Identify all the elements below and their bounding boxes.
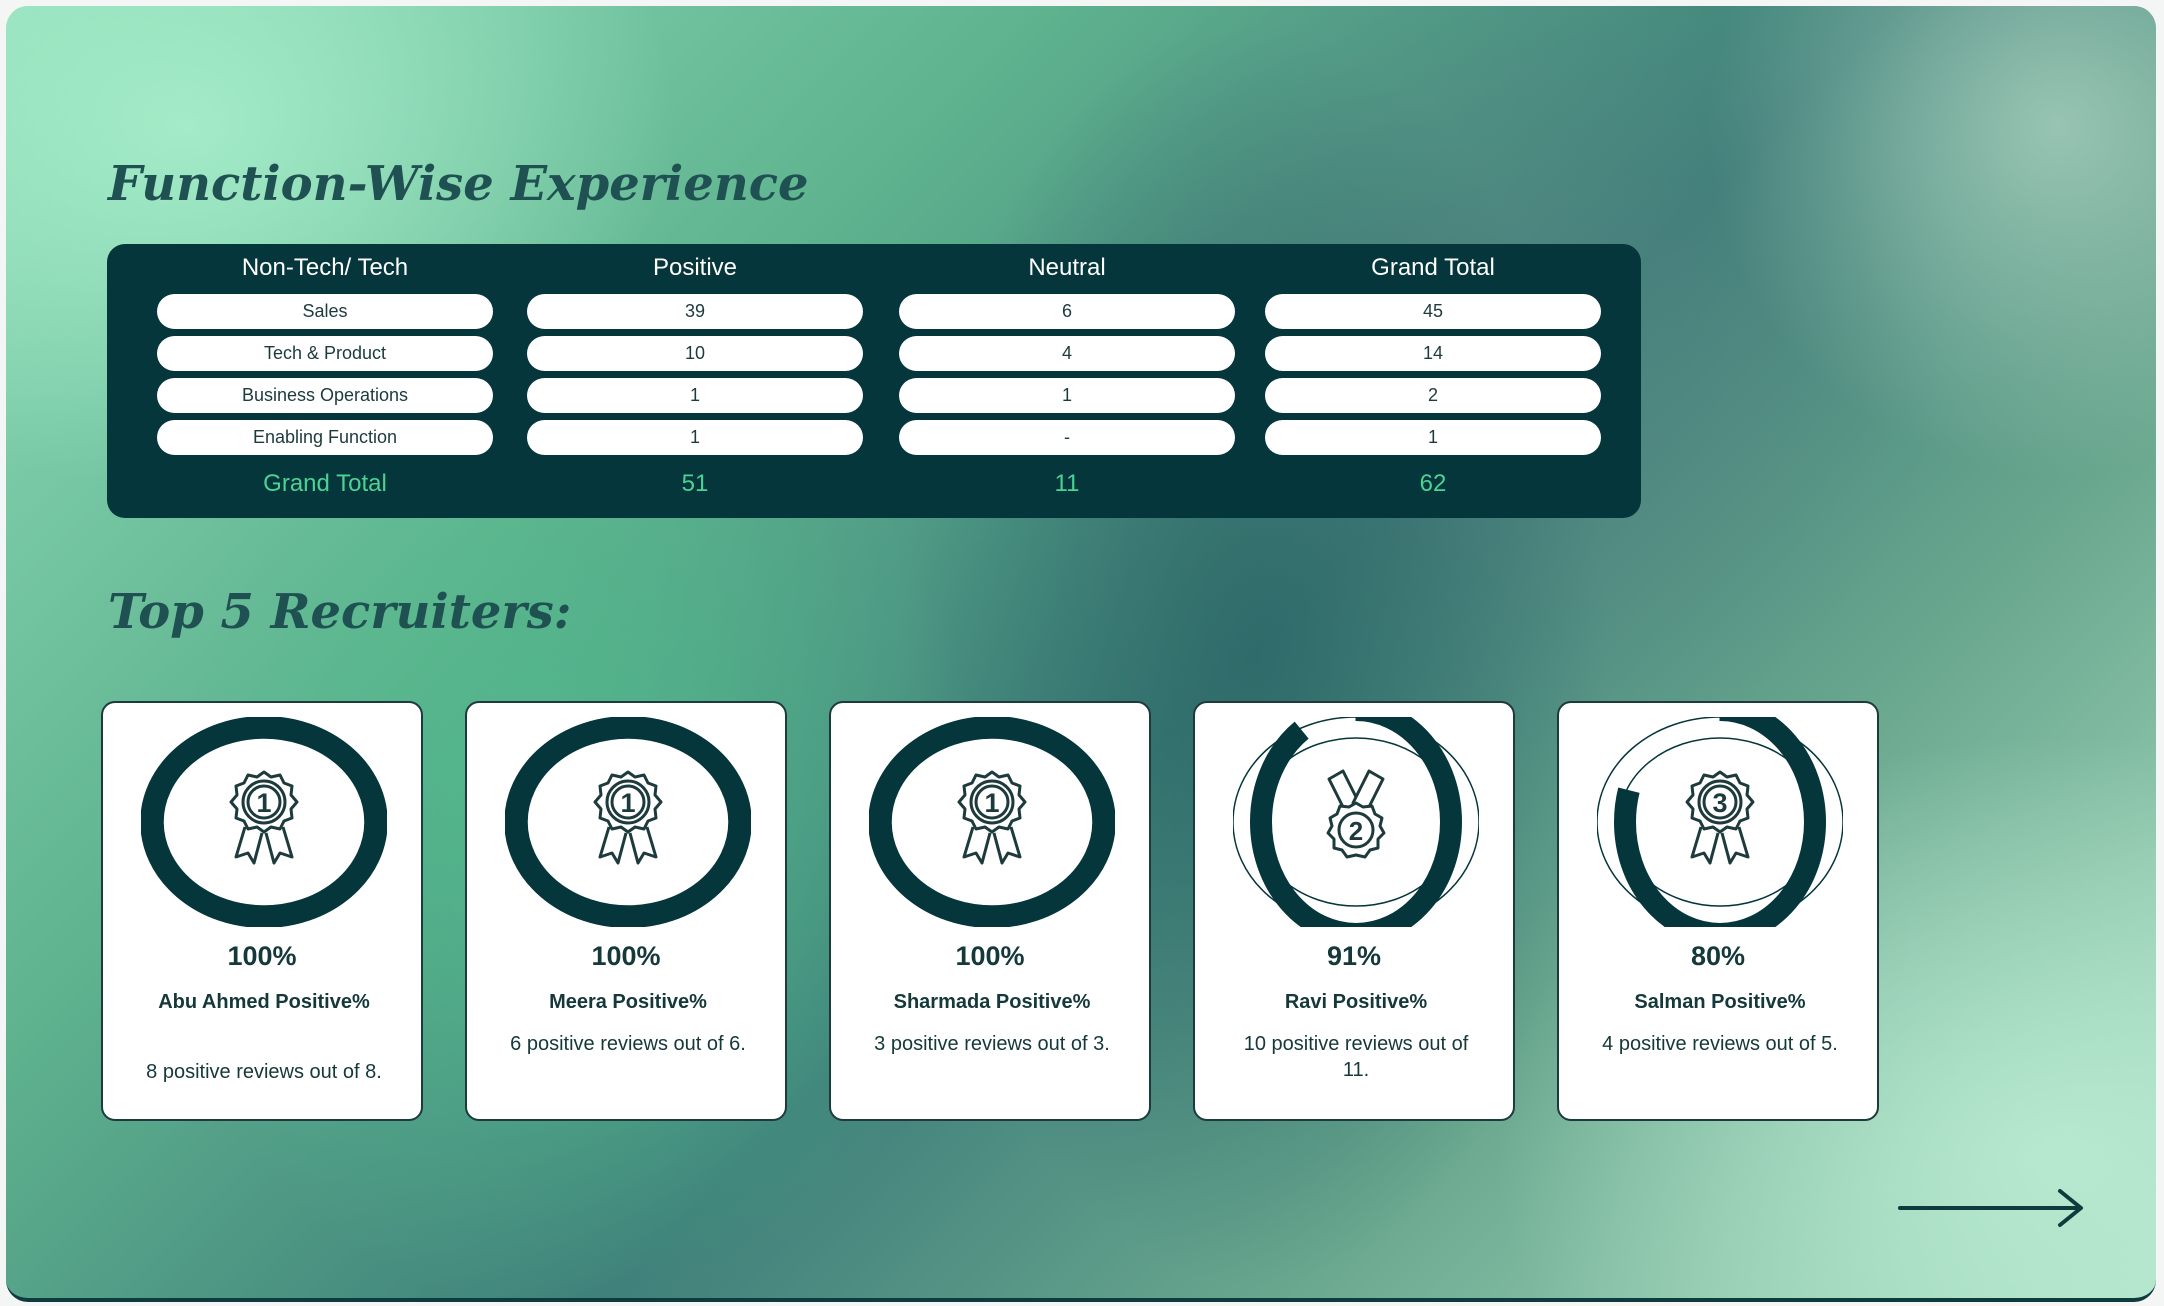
table-cell: 1 xyxy=(527,378,863,413)
table-cell: 6 xyxy=(899,294,1235,329)
recruiter-name: Abu Ahmed Positive% xyxy=(158,991,370,1013)
review-count: 10 positive reviews out of 11. xyxy=(1243,1033,1469,1081)
rosette-3-icon: 3 xyxy=(1685,770,1755,865)
recruiter-name: Ravi Positive% xyxy=(1284,991,1428,1013)
svg-text:3: 3 xyxy=(1712,788,1727,818)
table-cell: 39 xyxy=(527,294,863,329)
table-cell: 1 xyxy=(527,420,863,455)
rosette-1-icon: 1 xyxy=(593,770,663,865)
table-cell: 10 xyxy=(527,336,863,371)
medal-2-icon: 2 xyxy=(1326,769,1386,859)
positive-ring: 1 xyxy=(869,717,1115,927)
positive-percent: 100% xyxy=(227,941,297,971)
table-cell: Sales xyxy=(157,294,493,329)
recruiter-name: Sharmada Positive% xyxy=(893,991,1091,1013)
table-header: Non-Tech/ Tech xyxy=(241,254,409,281)
table-cell: Enabling Function xyxy=(157,420,493,455)
grand-total-label: Grand Total xyxy=(263,470,387,497)
arrow-right-icon[interactable] xyxy=(1898,1188,2088,1228)
review-count: 3 positive reviews out of 3. xyxy=(874,1033,1110,1055)
recruiter-card: 1 100% Sharmada Positive% 3 positive rev… xyxy=(829,701,1151,1121)
positive-percent: 100% xyxy=(591,941,661,971)
positive-percent: 80% xyxy=(1690,941,1746,971)
table-cell: - xyxy=(899,420,1235,455)
grand-total-neutral: 11 xyxy=(1054,470,1080,497)
recruiter-card: 1 100% Abu Ahmed Positive% 8 positive re… xyxy=(101,701,423,1121)
review-count: 4 positive reviews out of 5. xyxy=(1602,1033,1838,1055)
positive-percent: 100% xyxy=(955,941,1025,971)
positive-percent: 91% xyxy=(1326,941,1382,971)
slide-background: Function-Wise Experience Non-Tech/ Tech … xyxy=(6,6,2156,1302)
table-cell: 14 xyxy=(1265,336,1601,371)
table-cell: Business Operations xyxy=(157,378,493,413)
table-header: Grand Total xyxy=(1371,254,1495,281)
table-header: Positive xyxy=(652,254,738,281)
svg-text:1: 1 xyxy=(620,788,635,818)
positive-ring: 1 xyxy=(141,717,387,927)
grand-total-positive: 51 xyxy=(681,470,709,497)
positive-ring: 2 xyxy=(1233,717,1479,927)
svg-text:1: 1 xyxy=(984,788,999,818)
table-header: Neutral xyxy=(1028,254,1106,281)
positive-ring: 3 xyxy=(1597,717,1843,927)
svg-text:2: 2 xyxy=(1349,816,1363,846)
recruiter-card: 1 100% Meera Positive% 6 positive review… xyxy=(465,701,787,1121)
recruiter-card: 3 80% Salman Positive% 4 positive review… xyxy=(1557,701,1879,1121)
table-cell: 4 xyxy=(899,336,1235,371)
review-count: 6 positive reviews out of 6. xyxy=(510,1033,746,1055)
table-cell: 1 xyxy=(1265,420,1601,455)
review-count: 8 positive reviews out of 8. xyxy=(146,1061,382,1083)
recruiter-name: Salman Positive% xyxy=(1634,991,1806,1013)
table-cell: 1 xyxy=(899,378,1235,413)
svg-text:1: 1 xyxy=(256,788,271,818)
grand-total-overall: 62 xyxy=(1419,470,1447,497)
rosette-1-icon: 1 xyxy=(229,770,299,865)
table-cell: Tech & Product xyxy=(157,336,493,371)
top-recruiters-title: Top 5 Recruiters: xyxy=(108,584,572,640)
recruiter-name: Meera Positive% xyxy=(549,991,707,1013)
function-table: Non-Tech/ Tech Sales Tech & Product Busi… xyxy=(107,244,1641,518)
function-wise-title: Function-Wise Experience xyxy=(108,156,809,212)
rosette-1-icon: 1 xyxy=(957,770,1027,865)
positive-ring: 1 xyxy=(505,717,751,927)
recruiter-card: 2 91% Ravi Positive% 10 positive reviews… xyxy=(1193,701,1515,1121)
table-cell: 45 xyxy=(1265,294,1601,329)
table-cell: 2 xyxy=(1265,378,1601,413)
